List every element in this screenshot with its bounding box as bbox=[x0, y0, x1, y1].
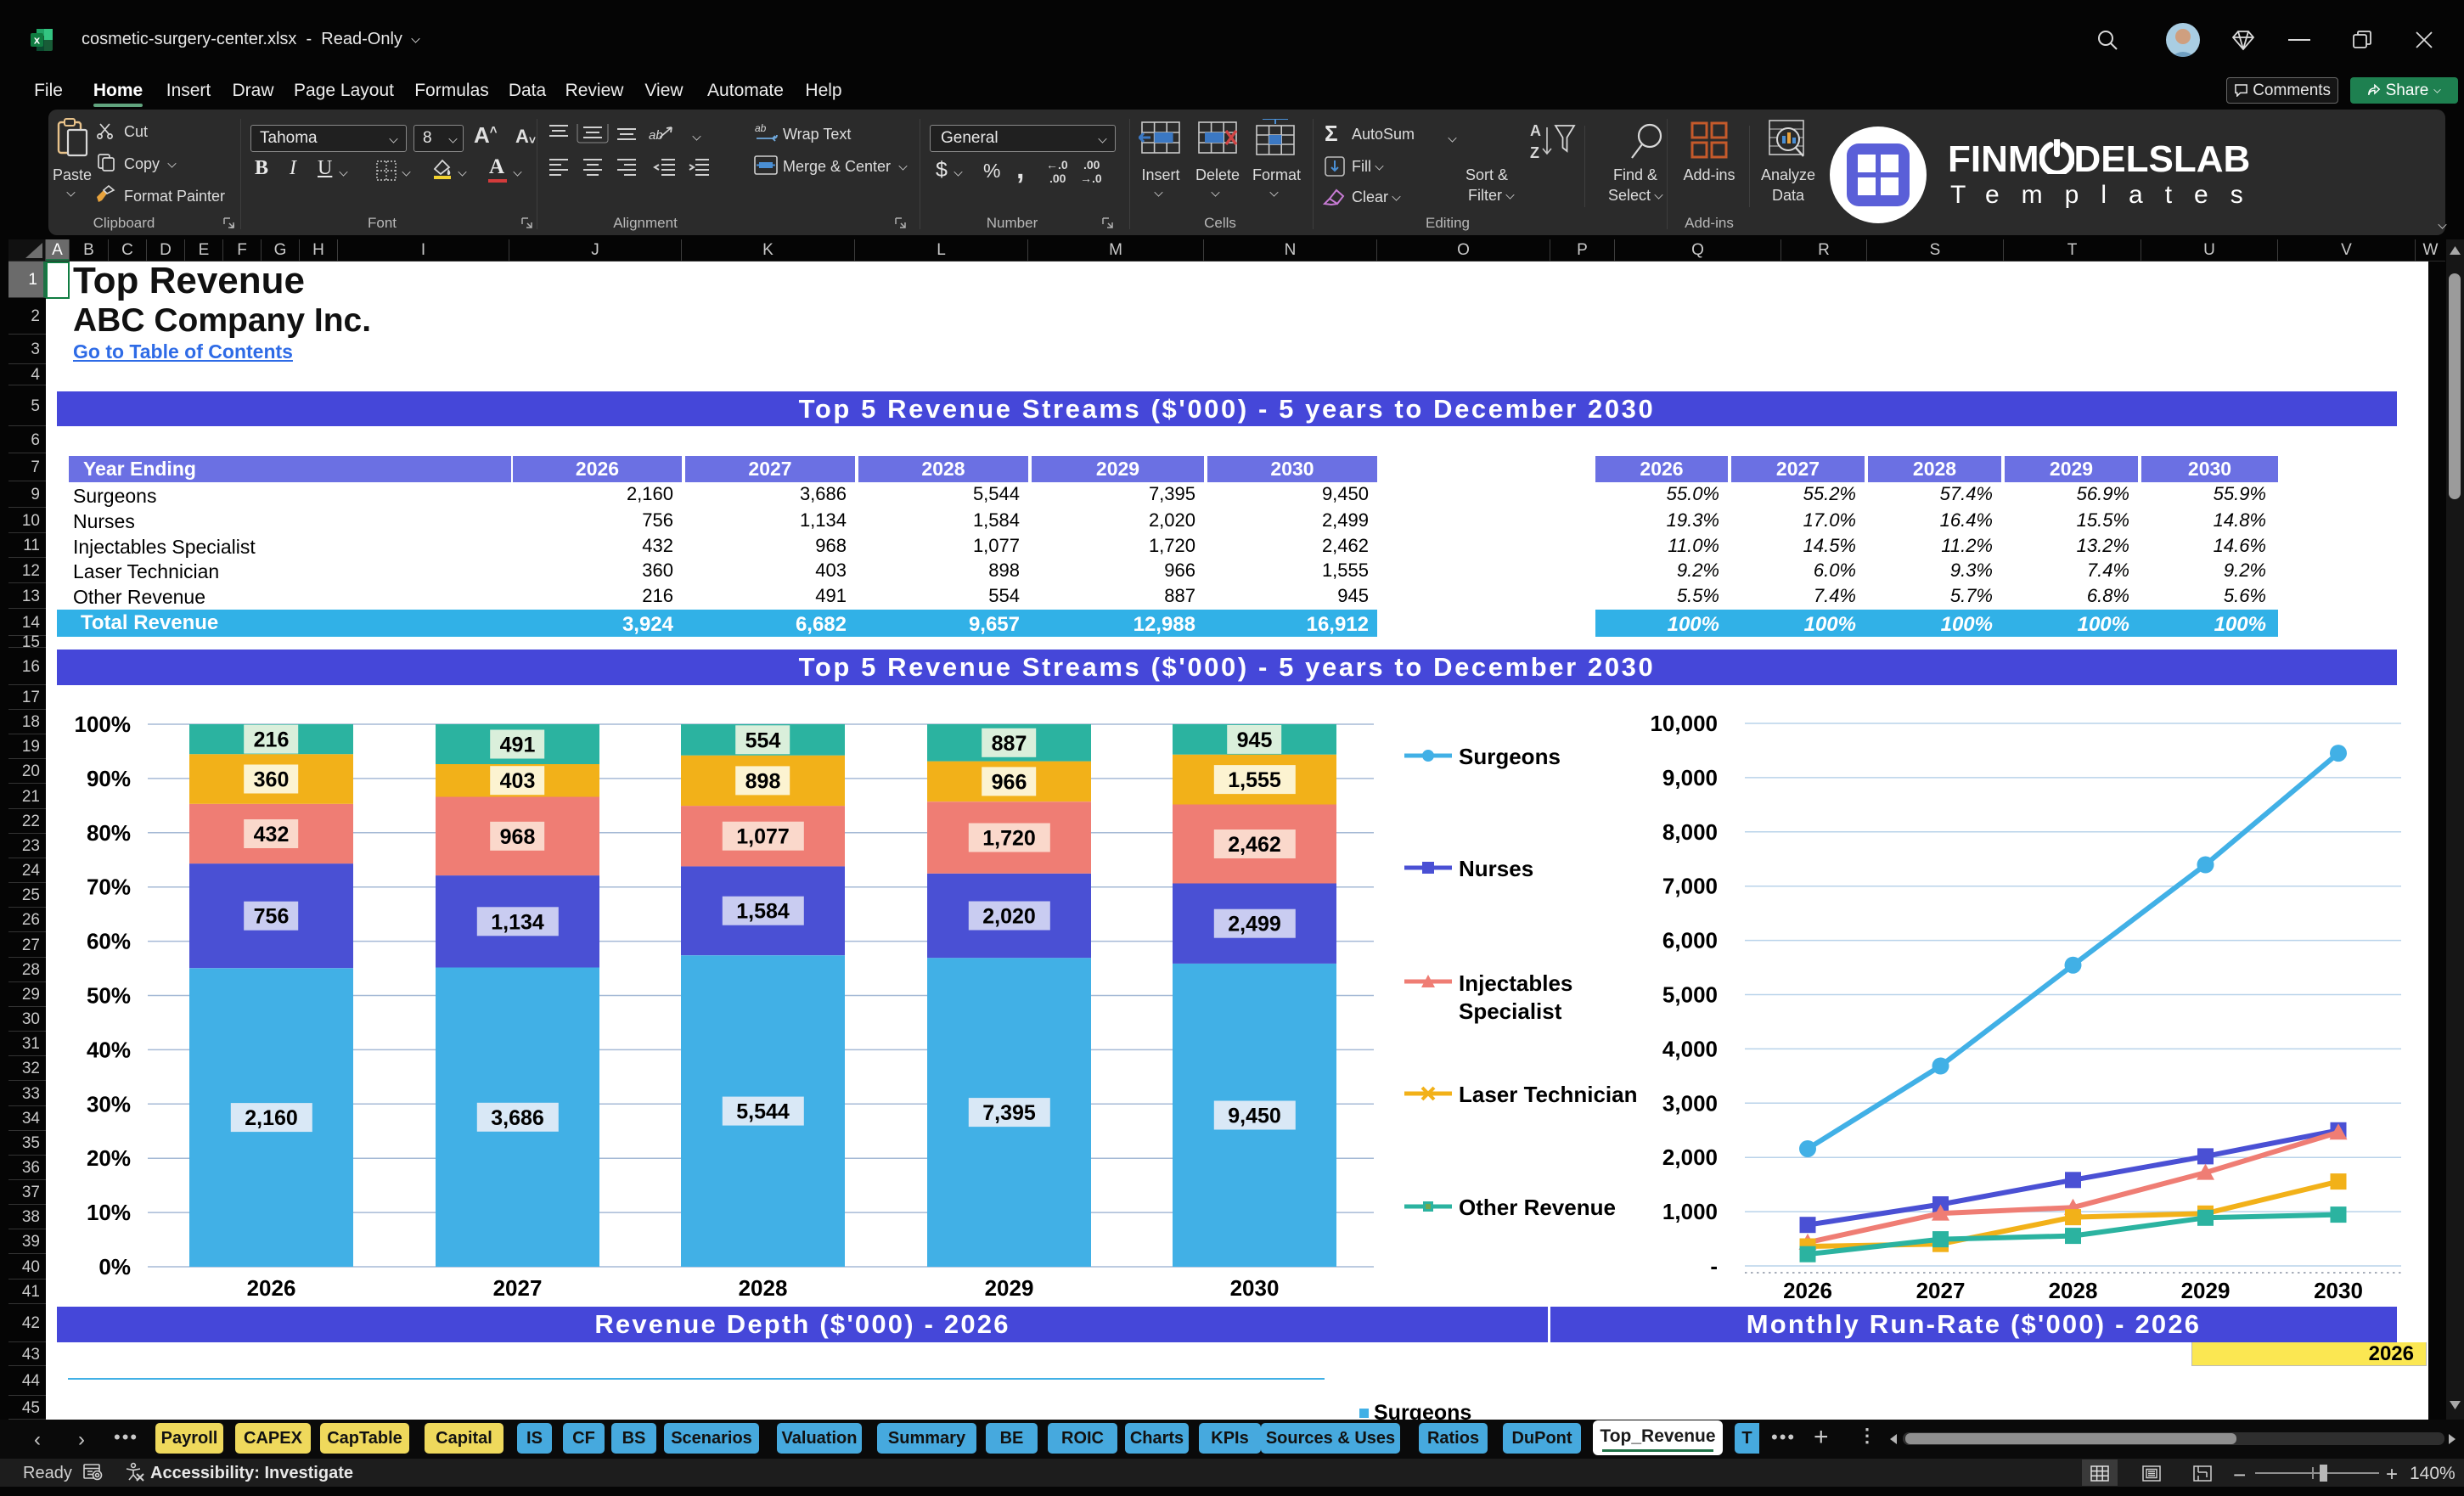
svg-text:216: 216 bbox=[254, 728, 290, 752]
svg-text:945: 945 bbox=[1237, 728, 1273, 752]
svg-text:2029: 2029 bbox=[985, 1275, 1034, 1301]
svg-text:2,160: 2,160 bbox=[245, 1106, 298, 1130]
svg-text:2027: 2027 bbox=[1916, 1278, 1966, 1303]
svg-text:100%: 100% bbox=[75, 713, 132, 737]
svg-text:1,134: 1,134 bbox=[491, 910, 544, 934]
svg-text:-: - bbox=[1710, 1253, 1718, 1279]
svg-text:2,499: 2,499 bbox=[1228, 913, 1281, 936]
svg-text:898: 898 bbox=[745, 769, 781, 793]
svg-text:40%: 40% bbox=[87, 1037, 131, 1062]
svg-text:A: A bbox=[1530, 122, 1541, 139]
svg-text:20%: 20% bbox=[87, 1145, 131, 1171]
svg-text:756: 756 bbox=[254, 905, 290, 929]
svg-text:2027: 2027 bbox=[493, 1275, 543, 1301]
svg-text:2,000: 2,000 bbox=[1662, 1144, 1718, 1170]
svg-text:9,000: 9,000 bbox=[1662, 765, 1718, 790]
svg-text:6,000: 6,000 bbox=[1662, 928, 1718, 953]
svg-text:5,000: 5,000 bbox=[1662, 982, 1718, 1008]
svg-text:Z: Z bbox=[1530, 144, 1539, 161]
svg-text:966: 966 bbox=[992, 770, 1027, 794]
svg-text:30%: 30% bbox=[87, 1091, 131, 1116]
svg-text:3,686: 3,686 bbox=[491, 1106, 544, 1130]
svg-text:491: 491 bbox=[500, 734, 536, 757]
svg-text:3,000: 3,000 bbox=[1662, 1090, 1718, 1116]
svg-text:403: 403 bbox=[500, 769, 536, 793]
svg-text:8,000: 8,000 bbox=[1662, 819, 1718, 845]
svg-text:554: 554 bbox=[745, 728, 781, 752]
svg-text:0%: 0% bbox=[98, 1254, 131, 1279]
svg-text:2030: 2030 bbox=[1230, 1275, 1280, 1301]
svg-text:ab: ab bbox=[755, 122, 767, 134]
svg-text:1,584: 1,584 bbox=[736, 900, 790, 924]
svg-text:968: 968 bbox=[500, 825, 536, 849]
svg-text:9,450: 9,450 bbox=[1228, 1105, 1281, 1128]
svg-text:887: 887 bbox=[992, 732, 1027, 756]
svg-text:432: 432 bbox=[254, 823, 290, 846]
svg-text:50%: 50% bbox=[87, 983, 131, 1009]
svg-text:1,000: 1,000 bbox=[1662, 1199, 1718, 1224]
svg-text:1,077: 1,077 bbox=[736, 825, 790, 849]
svg-text:70%: 70% bbox=[87, 875, 131, 900]
svg-text:7,395: 7,395 bbox=[982, 1101, 1036, 1125]
svg-text:360: 360 bbox=[254, 768, 290, 792]
svg-text:2030: 2030 bbox=[2314, 1278, 2363, 1303]
svg-text:60%: 60% bbox=[87, 929, 131, 954]
svg-text:2026: 2026 bbox=[1783, 1278, 1832, 1303]
svg-text:2,020: 2,020 bbox=[982, 905, 1036, 929]
svg-text:80%: 80% bbox=[87, 820, 131, 846]
svg-text:2028: 2028 bbox=[739, 1275, 788, 1301]
svg-text:4,000: 4,000 bbox=[1662, 1036, 1718, 1061]
svg-text:10%: 10% bbox=[87, 1200, 131, 1225]
svg-text:2029: 2029 bbox=[2181, 1278, 2231, 1303]
svg-text:2,462: 2,462 bbox=[1228, 833, 1281, 857]
svg-text:90%: 90% bbox=[87, 766, 131, 791]
svg-text:10,000: 10,000 bbox=[1650, 713, 1718, 736]
svg-text:1,555: 1,555 bbox=[1228, 768, 1281, 792]
svg-text:2026: 2026 bbox=[247, 1275, 296, 1301]
svg-text:x: x bbox=[34, 34, 41, 47]
svg-text:7,000: 7,000 bbox=[1662, 874, 1718, 899]
svg-text:1,720: 1,720 bbox=[982, 827, 1036, 851]
svg-text:2028: 2028 bbox=[2049, 1278, 2098, 1303]
svg-text:5,544: 5,544 bbox=[736, 1100, 790, 1124]
